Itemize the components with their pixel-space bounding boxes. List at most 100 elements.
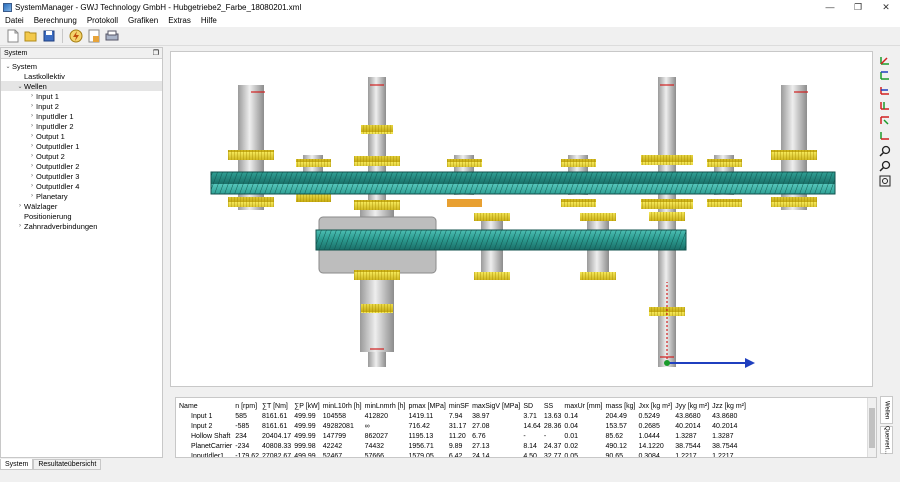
close-button[interactable]: ✕ <box>872 0 900 14</box>
column-header[interactable]: n [rpm] <box>235 401 262 411</box>
table-row[interactable]: PlanetCarrier -234 40808.33 999.98 42242 7443… <box>179 441 749 451</box>
tree-item[interactable]: Positionierung <box>1 211 162 221</box>
column-header[interactable]: SD <box>523 401 544 411</box>
collapse-chevron-icon[interactable]: › <box>28 113 36 119</box>
coordinate-axes <box>664 282 755 368</box>
print-icon[interactable] <box>105 29 119 43</box>
gear-row-lower[interactable] <box>315 229 687 251</box>
view-right-icon[interactable] <box>879 100 892 111</box>
table-cell: 8161.61 <box>262 422 288 430</box>
open-folder-icon[interactable] <box>24 29 38 43</box>
column-header[interactable]: minL10rh [h] <box>323 401 365 411</box>
view-front-icon[interactable] <box>879 55 892 66</box>
undock-icon[interactable]: ❐ <box>153 49 159 57</box>
collapse-chevron-icon[interactable]: › <box>28 93 36 99</box>
tab-querverl[interactable]: Querverl... <box>880 426 893 454</box>
menu-protokoll[interactable]: Protokoll <box>82 16 123 25</box>
expand-chevron-icon[interactable]: ⌄ <box>4 63 12 70</box>
column-header[interactable]: maxUr [mm] <box>564 401 605 411</box>
report-icon[interactable] <box>87 29 101 43</box>
menu-grafiken[interactable]: Grafiken <box>123 16 163 25</box>
tree-item[interactable]: › OutputIdler 3 <box>1 171 162 181</box>
menu-hilfe[interactable]: Hilfe <box>196 16 222 25</box>
tree-item[interactable]: › Output 1 <box>1 131 162 141</box>
zoom-in-icon[interactable] <box>879 145 892 157</box>
tree-item[interactable]: › InputIdler 2 <box>1 121 162 131</box>
column-header[interactable]: minSF <box>449 401 472 411</box>
maximize-button[interactable]: ❐ <box>844 0 872 14</box>
tab-wellen[interactable]: Wellen <box>880 396 893 424</box>
collapse-chevron-icon[interactable]: › <box>28 103 36 109</box>
zoom-fit-icon[interactable] <box>879 175 892 186</box>
tree-item[interactable]: › Zahnradverbindungen <box>1 221 162 231</box>
table-cell: 74432 <box>364 442 385 450</box>
menu-extras[interactable]: Extras <box>163 16 196 25</box>
tree-item[interactable]: › InputIdler 1 <box>1 111 162 121</box>
column-header[interactable]: ∑T [Nm] <box>262 401 294 411</box>
table-row[interactable]: Hollow Shaft 234 20404.17 499.99 147799 86202… <box>179 431 749 441</box>
view-back-icon[interactable] <box>879 70 892 81</box>
tree-item-label: InputIdler 2 <box>36 121 74 131</box>
collapse-chevron-icon[interactable]: › <box>28 123 36 129</box>
view-bottom-icon[interactable] <box>879 130 892 141</box>
column-header[interactable]: minLnmrh [h] <box>365 401 409 411</box>
collapse-chevron-icon[interactable]: › <box>28 183 36 189</box>
collapse-chevron-icon[interactable]: › <box>28 163 36 169</box>
column-header[interactable]: Name <box>179 401 235 411</box>
tree-item[interactable]: › OutputIdler 1 <box>1 141 162 151</box>
column-header[interactable]: Jxx [kg m²] <box>638 401 675 411</box>
table-row[interactable]: InputIdler1 -179.62 27082.67 499.99 52467 576… <box>179 451 749 458</box>
column-header[interactable]: Jyy [kg m²] <box>675 401 712 411</box>
table-row[interactable]: Input 2 -585 8161.61 499.99 49282081 ∞ 716.42 3… <box>179 421 749 431</box>
tree-item[interactable]: ⌄ System <box>1 61 162 71</box>
column-header[interactable]: mass [kg] <box>605 401 638 411</box>
table-cell: 20404.17 <box>262 432 292 440</box>
results-scrollbar[interactable] <box>867 398 876 457</box>
table-cell: 6.76 <box>472 432 486 440</box>
table-cell: 43.8680 <box>675 412 701 420</box>
table-row[interactable]: Input 1 585 8161.61 499.99 104558 412820 1419.… <box>179 411 749 421</box>
tree-item[interactable]: › Planetary <box>1 191 162 201</box>
table-cell: ∞ <box>364 422 370 430</box>
table-cell: 40.2014 <box>675 422 701 430</box>
collapse-chevron-icon[interactable]: › <box>16 203 24 209</box>
tab-system[interactable]: System <box>0 459 34 470</box>
collapse-chevron-icon[interactable]: › <box>28 193 36 199</box>
tree-item[interactable]: › Wälzlager <box>1 201 162 211</box>
zoom-out-icon[interactable] <box>879 160 892 172</box>
calculate-bolt-icon[interactable] <box>69 29 83 43</box>
menu-berechnung[interactable]: Berechnung <box>29 16 82 25</box>
tree-item[interactable]: › OutputIdler 4 <box>1 181 162 191</box>
collapse-chevron-icon[interactable]: › <box>16 223 24 229</box>
tree-item[interactable]: › Input 2 <box>1 101 162 111</box>
shaft-output-2[interactable] <box>658 77 676 367</box>
minimize-button[interactable]: — <box>816 0 844 14</box>
column-header[interactable]: SS <box>544 401 565 411</box>
menu-datei[interactable]: Datei <box>0 16 29 25</box>
expand-chevron-icon[interactable]: ⌄ <box>16 83 24 90</box>
collapse-chevron-icon[interactable]: › <box>28 173 36 179</box>
3d-viewport[interactable] <box>170 51 873 387</box>
collapse-chevron-icon[interactable]: › <box>28 133 36 139</box>
view-top-icon[interactable] <box>879 115 892 126</box>
gear-row-upper[interactable] <box>210 171 836 195</box>
collapse-chevron-icon[interactable]: › <box>28 153 36 159</box>
tree-item[interactable]: › Input 1 <box>1 91 162 101</box>
column-header[interactable]: ∑P [kW] <box>294 401 322 411</box>
view-left-icon[interactable] <box>879 85 892 96</box>
tab-resultateuebersicht[interactable]: Resultateübersicht <box>33 459 102 470</box>
tree-item[interactable]: › OutputIdler 2 <box>1 161 162 171</box>
scrollbar-thumb[interactable] <box>869 408 875 448</box>
new-file-icon[interactable] <box>6 29 20 43</box>
tree-item[interactable]: Lastkollektiv <box>1 71 162 81</box>
column-header[interactable]: maxSigV [MPa] <box>472 401 523 411</box>
tree-item[interactable]: ⌄ Wellen <box>1 81 162 91</box>
tree-item[interactable]: › Output 2 <box>1 151 162 161</box>
bearing <box>580 272 616 280</box>
save-disk-icon[interactable] <box>42 29 56 43</box>
column-header[interactable]: pmax [MPa] <box>408 401 448 411</box>
toolbar-separator <box>62 29 63 43</box>
column-header[interactable]: Jzz [kg m²] <box>712 401 749 411</box>
table-cell: 24.14 <box>472 452 490 458</box>
collapse-chevron-icon[interactable]: › <box>28 143 36 149</box>
